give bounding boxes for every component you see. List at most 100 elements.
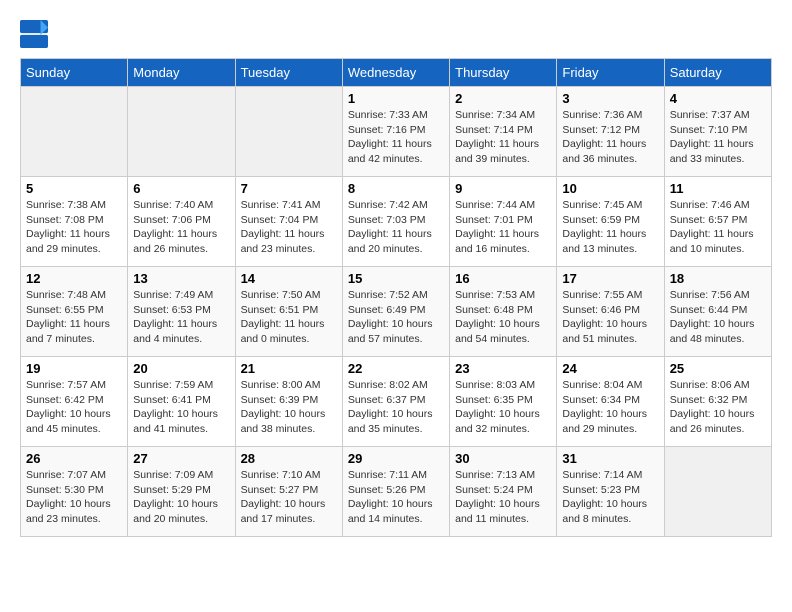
calendar-cell: 16 Sunrise: 7:53 AMSunset: 6:48 PMDayligh… — [450, 267, 557, 357]
day-number: 5 — [26, 181, 122, 196]
weekday-header-row: SundayMondayTuesdayWednesdayThursdayFrid… — [21, 59, 772, 87]
day-number: 28 — [241, 451, 337, 466]
day-info: Sunrise: 7:49 AMSunset: 6:53 PMDaylight:… — [133, 288, 229, 347]
day-info: Sunrise: 8:04 AMSunset: 6:34 PMDaylight:… — [562, 378, 658, 437]
day-info: Sunrise: 7:53 AMSunset: 6:48 PMDaylight:… — [455, 288, 551, 347]
day-info: Sunrise: 7:38 AMSunset: 7:08 PMDaylight:… — [26, 198, 122, 257]
day-info: Sunrise: 7:41 AMSunset: 7:04 PMDaylight:… — [241, 198, 337, 257]
day-info: Sunrise: 7:14 AMSunset: 5:23 PMDaylight:… — [562, 468, 658, 527]
day-number: 18 — [670, 271, 766, 286]
day-number: 13 — [133, 271, 229, 286]
day-info: Sunrise: 7:10 AMSunset: 5:27 PMDaylight:… — [241, 468, 337, 527]
day-number: 19 — [26, 361, 122, 376]
day-number: 31 — [562, 451, 658, 466]
calendar-cell: 29 Sunrise: 7:11 AMSunset: 5:26 PMDayligh… — [342, 447, 449, 537]
day-number: 26 — [26, 451, 122, 466]
week-row-5: 26 Sunrise: 7:07 AMSunset: 5:30 PMDayligh… — [21, 447, 772, 537]
calendar-cell: 8 Sunrise: 7:42 AMSunset: 7:03 PMDaylight… — [342, 177, 449, 267]
day-info: Sunrise: 7:13 AMSunset: 5:24 PMDaylight:… — [455, 468, 551, 527]
calendar-cell: 2 Sunrise: 7:34 AMSunset: 7:14 PMDaylight… — [450, 87, 557, 177]
day-info: Sunrise: 7:52 AMSunset: 6:49 PMDaylight:… — [348, 288, 444, 347]
day-info: Sunrise: 7:09 AMSunset: 5:29 PMDaylight:… — [133, 468, 229, 527]
day-info: Sunrise: 8:00 AMSunset: 6:39 PMDaylight:… — [241, 378, 337, 437]
calendar-cell: 22Sunrise: 8:02 AMSunset: 6:37 PMDayligh… — [342, 357, 449, 447]
calendar-cell: 5 Sunrise: 7:38 AMSunset: 7:08 PMDaylight… — [21, 177, 128, 267]
calendar-cell: 3Sunrise: 7:36 AMSunset: 7:12 PMDaylight… — [557, 87, 664, 177]
logo-icon — [20, 20, 48, 48]
page-header — [20, 20, 772, 48]
day-info: Sunrise: 7:33 AMSunset: 7:16 PMDaylight:… — [348, 108, 444, 167]
day-info: Sunrise: 7:37 AMSunset: 7:10 PMDaylight:… — [670, 108, 766, 167]
day-info: Sunrise: 7:34 AMSunset: 7:14 PMDaylight:… — [455, 108, 551, 167]
day-info: Sunrise: 8:06 AMSunset: 6:32 PMDaylight:… — [670, 378, 766, 437]
calendar-cell: 14 Sunrise: 7:50 AMSunset: 6:51 PMDayligh… — [235, 267, 342, 357]
calendar-cell: 10 Sunrise: 7:45 AMSunset: 6:59 PMDayligh… — [557, 177, 664, 267]
calendar-cell — [664, 447, 771, 537]
day-info: Sunrise: 7:56 AMSunset: 6:44 PMDaylight:… — [670, 288, 766, 347]
calendar-cell: 23Sunrise: 8:03 AMSunset: 6:35 PMDayligh… — [450, 357, 557, 447]
weekday-header-saturday: Saturday — [664, 59, 771, 87]
day-number: 11 — [670, 181, 766, 196]
day-info: Sunrise: 7:48 AMSunset: 6:55 PMDaylight:… — [26, 288, 122, 347]
calendar-cell: 15 Sunrise: 7:52 AMSunset: 6:49 PMDayligh… — [342, 267, 449, 357]
calendar-cell: 6 Sunrise: 7:40 AMSunset: 7:06 PMDaylight… — [128, 177, 235, 267]
day-number: 8 — [348, 181, 444, 196]
calendar-cell: 26 Sunrise: 7:07 AMSunset: 5:30 PMDayligh… — [21, 447, 128, 537]
calendar-cell: 18 Sunrise: 7:56 AMSunset: 6:44 PMDayligh… — [664, 267, 771, 357]
day-number: 29 — [348, 451, 444, 466]
day-info: Sunrise: 7:59 AMSunset: 6:41 PMDaylight:… — [133, 378, 229, 437]
calendar-cell: 31 Sunrise: 7:14 AMSunset: 5:23 PMDayligh… — [557, 447, 664, 537]
calendar-cell: 1 Sunrise: 7:33 AMSunset: 7:16 PMDaylight… — [342, 87, 449, 177]
day-number: 10 — [562, 181, 658, 196]
calendar-cell — [128, 87, 235, 177]
calendar-table: SundayMondayTuesdayWednesdayThursdayFrid… — [20, 58, 772, 537]
calendar-cell: 24 Sunrise: 8:04 AMSunset: 6:34 PMDayligh… — [557, 357, 664, 447]
day-info: Sunrise: 7:45 AMSunset: 6:59 PMDaylight:… — [562, 198, 658, 257]
day-info: Sunrise: 7:55 AMSunset: 6:46 PMDaylight:… — [562, 288, 658, 347]
day-number: 25 — [670, 361, 766, 376]
calendar-cell: 27 Sunrise: 7:09 AMSunset: 5:29 PMDayligh… — [128, 447, 235, 537]
calendar-cell: 12Sunrise: 7:48 AMSunset: 6:55 PMDayligh… — [21, 267, 128, 357]
day-info: Sunrise: 7:36 AMSunset: 7:12 PMDaylight:… — [562, 108, 658, 167]
calendar-cell: 21 Sunrise: 8:00 AMSunset: 6:39 PMDayligh… — [235, 357, 342, 447]
day-info: Sunrise: 7:46 AMSunset: 6:57 PMDaylight:… — [670, 198, 766, 257]
day-number: 2 — [455, 91, 551, 106]
calendar-cell: 25 Sunrise: 8:06 AMSunset: 6:32 PMDayligh… — [664, 357, 771, 447]
week-row-2: 5 Sunrise: 7:38 AMSunset: 7:08 PMDaylight… — [21, 177, 772, 267]
day-number: 14 — [241, 271, 337, 286]
weekday-header-sunday: Sunday — [21, 59, 128, 87]
day-number: 16 — [455, 271, 551, 286]
day-number: 21 — [241, 361, 337, 376]
weekday-header-friday: Friday — [557, 59, 664, 87]
day-number: 6 — [133, 181, 229, 196]
calendar-cell: 9Sunrise: 7:44 AMSunset: 7:01 PMDaylight… — [450, 177, 557, 267]
day-info: Sunrise: 7:57 AMSunset: 6:42 PMDaylight:… — [26, 378, 122, 437]
week-row-3: 12Sunrise: 7:48 AMSunset: 6:55 PMDayligh… — [21, 267, 772, 357]
calendar-cell: 30 Sunrise: 7:13 AMSunset: 5:24 PMDayligh… — [450, 447, 557, 537]
day-number: 30 — [455, 451, 551, 466]
weekday-header-tuesday: Tuesday — [235, 59, 342, 87]
day-info: Sunrise: 7:07 AMSunset: 5:30 PMDaylight:… — [26, 468, 122, 527]
day-number: 24 — [562, 361, 658, 376]
day-number: 15 — [348, 271, 444, 286]
day-info: Sunrise: 7:40 AMSunset: 7:06 PMDaylight:… — [133, 198, 229, 257]
calendar-cell: 19 Sunrise: 7:57 AMSunset: 6:42 PMDayligh… — [21, 357, 128, 447]
day-info: Sunrise: 7:50 AMSunset: 6:51 PMDaylight:… — [241, 288, 337, 347]
day-number: 4 — [670, 91, 766, 106]
week-row-1: 1 Sunrise: 7:33 AMSunset: 7:16 PMDaylight… — [21, 87, 772, 177]
day-info: Sunrise: 7:42 AMSunset: 7:03 PMDaylight:… — [348, 198, 444, 257]
calendar-cell: 11 Sunrise: 7:46 AMSunset: 6:57 PMDayligh… — [664, 177, 771, 267]
day-info: Sunrise: 8:03 AMSunset: 6:35 PMDaylight:… — [455, 378, 551, 437]
day-number: 1 — [348, 91, 444, 106]
day-number: 27 — [133, 451, 229, 466]
calendar-cell: 17 Sunrise: 7:55 AMSunset: 6:46 PMDayligh… — [557, 267, 664, 357]
calendar-cell: 28 Sunrise: 7:10 AMSunset: 5:27 PMDayligh… — [235, 447, 342, 537]
day-info: Sunrise: 7:11 AMSunset: 5:26 PMDaylight:… — [348, 468, 444, 527]
day-info: Sunrise: 7:44 AMSunset: 7:01 PMDaylight:… — [455, 198, 551, 257]
calendar-cell: 4 Sunrise: 7:37 AMSunset: 7:10 PMDaylight… — [664, 87, 771, 177]
calendar-cell — [21, 87, 128, 177]
weekday-header-thursday: Thursday — [450, 59, 557, 87]
day-info: Sunrise: 8:02 AMSunset: 6:37 PMDaylight:… — [348, 378, 444, 437]
logo — [20, 20, 50, 48]
day-number: 17 — [562, 271, 658, 286]
